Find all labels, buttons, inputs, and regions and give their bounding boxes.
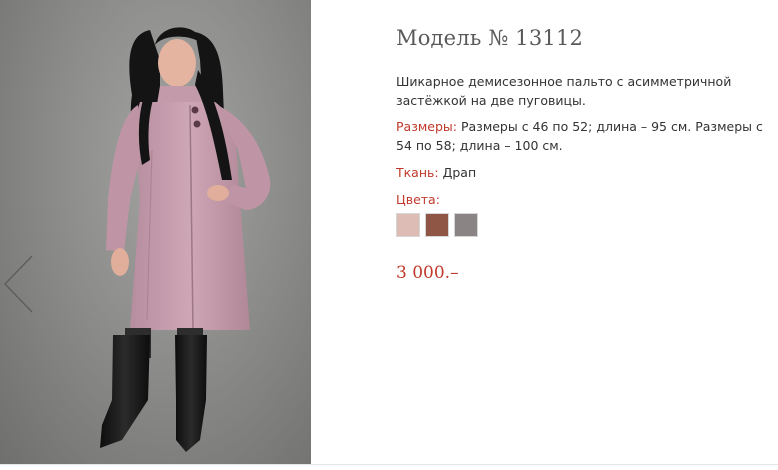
prev-image-arrow[interactable] — [2, 254, 36, 314]
model-in-coat-illustration — [100, 27, 271, 452]
sizes-row: Размеры: Размеры с 46 по 52; длина – 95 … — [396, 117, 766, 155]
chevron-left-icon — [4, 255, 33, 313]
fabric-row: Ткань: Драп — [396, 163, 766, 182]
sizes-label: Размеры: — [396, 119, 457, 134]
product-photo — [0, 0, 311, 464]
product-description: Шикарное демисезонное пальто с асимметри… — [396, 74, 732, 108]
product-details: Модель № 13112 Шикарное демисезонное пал… — [396, 26, 766, 283]
fabric-label: Ткань: — [396, 165, 439, 180]
color-swatch-terracotta[interactable] — [425, 213, 449, 237]
product-price: 3 000.– — [396, 263, 459, 283]
color-swatches — [396, 213, 766, 237]
product-page: Модель № 13112 Шикарное демисезонное пал… — [0, 0, 778, 470]
product-title: Модель № 13112 — [396, 26, 584, 50]
colors-label: Цвета: — [396, 192, 440, 207]
color-swatch-grey[interactable] — [454, 213, 478, 237]
color-swatch-powder[interactable] — [396, 213, 420, 237]
colors-row: Цвета: — [396, 190, 766, 209]
fabric-value: Драп — [442, 165, 477, 180]
divider — [0, 464, 778, 465]
